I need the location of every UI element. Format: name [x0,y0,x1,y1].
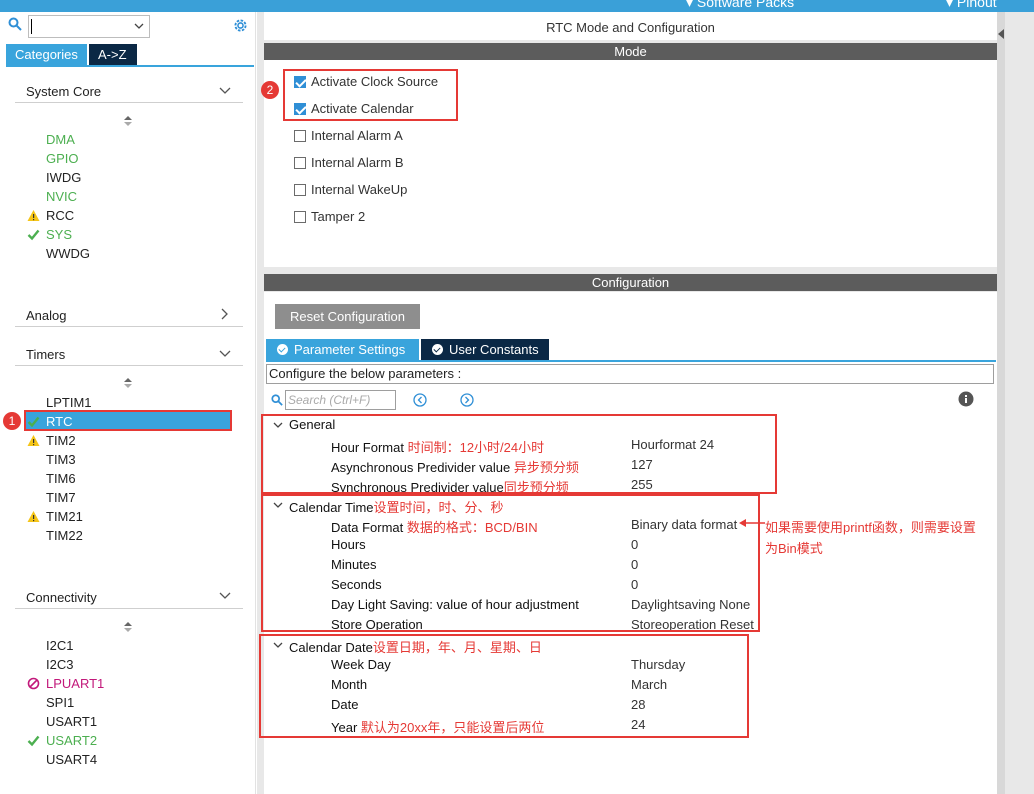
tab-user-constants-label: User Constants [449,342,539,357]
label-internal-wakeup: Internal WakeUp [311,182,408,197]
divider [15,365,243,366]
search-icon [271,394,283,406]
sort-arrows-icon[interactable] [123,377,133,389]
list-item-tim3[interactable]: TIM3 [46,452,76,467]
list-item-gpio[interactable]: GPIO [46,151,79,166]
top-bar: ▾ Software Packs ▾ Pinout [0,0,1034,12]
tab-user-constants[interactable]: User Constants [421,339,549,360]
list-item-tim22[interactable]: TIM22 [46,528,83,543]
warning-icon [27,435,40,446]
list-item-tim21[interactable]: TIM21 [46,509,83,524]
list-item-wwdg[interactable]: WWDG [46,246,90,261]
checkbox-internal-alarm-a[interactable] [294,130,306,142]
side-note-line1: 如果需要使用printf函数，则需要设置 [765,520,976,535]
chevron-down-icon[interactable] [219,590,231,602]
list-item-i2c1[interactable]: I2C1 [46,638,73,653]
divider [15,102,243,103]
text-caret [31,19,32,34]
warning-icon [27,511,40,522]
gear-icon[interactable] [232,17,249,34]
arrow-left-icon [739,519,765,527]
annotation-box-calendar-time [261,494,760,632]
tab-underline [266,360,996,362]
warning-icon [27,210,40,221]
list-item-sys[interactable]: SYS [46,227,72,242]
sort-arrows-icon[interactable] [123,621,133,633]
page-title: RTC Mode and Configuration [546,20,715,35]
list-item-nvic[interactable]: NVIC [46,189,77,204]
sort-arrows-icon[interactable] [123,115,133,127]
chevron-down-icon[interactable] [134,22,144,30]
divider [15,608,243,609]
checkbox-tamper-2[interactable] [294,211,306,223]
check-circle-icon [277,344,288,355]
label-internal-alarm-b: Internal Alarm B [311,155,404,170]
collapse-arrow-icon[interactable] [997,28,1005,40]
mode-header: Mode [264,43,997,60]
list-item-usart2[interactable]: USART2 [46,733,97,748]
search-icon [8,17,22,31]
chevron-down-icon[interactable] [219,85,231,97]
list-item-tim7[interactable]: TIM7 [46,490,76,505]
badge-one: 1 [3,412,21,430]
previous-icon[interactable] [413,393,427,407]
check-circle-icon [432,344,443,355]
side-note-line2: 为Bin模式 [765,541,823,556]
configuration-header: Configuration [264,274,997,291]
list-item-dma[interactable]: DMA [46,132,75,147]
label-tamper-2: Tamper 2 [311,209,366,224]
label-internal-alarm-a: Internal Alarm A [311,128,403,143]
badge-two: 2 [261,81,279,99]
list-item-i2c3[interactable]: I2C3 [46,657,73,672]
software-packs-menu[interactable]: ▾ Software Packs [686,0,794,11]
parameter-search-input[interactable]: Search (Ctrl+F) [285,390,396,410]
list-item-tim6[interactable]: TIM6 [46,471,76,486]
checkbox-internal-alarm-b[interactable] [294,157,306,169]
tab-categories[interactable]: Categories [6,44,87,65]
disabled-icon [27,677,40,690]
check-icon [27,735,40,747]
annotation-box-calendar-date [259,634,749,738]
tab-a-to-z[interactable]: A->Z [89,44,137,65]
list-item-iwdg[interactable]: IWDG [46,170,81,185]
search-input[interactable] [28,15,150,38]
tab-parameter-settings[interactable]: Parameter Settings [266,339,419,360]
list-item-spi1[interactable]: SPI1 [46,695,74,710]
section-analog[interactable]: Analog [26,308,66,323]
annotation-box-mode [283,69,458,121]
list-item-lpuart1[interactable]: LPUART1 [46,676,104,691]
divider [15,326,243,327]
check-icon [27,229,40,241]
pinout-label: Pinout [956,0,997,10]
annotation-box-general [261,414,777,494]
tab-underline [6,65,254,67]
tab-parameter-settings-label: Parameter Settings [294,342,406,357]
vertical-scrollbar[interactable] [997,12,1005,794]
list-item-usart4[interactable]: USART4 [46,752,97,767]
chevron-down-icon[interactable] [219,348,231,360]
list-item-usart1[interactable]: USART1 [46,714,97,729]
software-packs-label: Software Packs [696,0,795,10]
checkbox-internal-wakeup[interactable] [294,184,306,196]
section-timers[interactable]: Timers [26,347,65,362]
configure-label: Configure the below parameters : [266,364,994,384]
pinout-menu[interactable]: ▾ Pinout [946,0,997,11]
list-item-tim2[interactable]: TIM2 [46,433,76,448]
section-connectivity[interactable]: Connectivity [26,590,97,605]
next-icon[interactable] [460,393,474,407]
chevron-right-icon[interactable] [219,308,231,320]
annotation-box-rtc [24,410,232,431]
section-system-core[interactable]: System Core [26,84,101,99]
list-item-lptim1[interactable]: LPTIM1 [46,395,92,410]
list-item-rcc[interactable]: RCC [46,208,74,223]
reset-configuration-button[interactable]: Reset Configuration [275,304,420,329]
info-icon[interactable] [958,391,974,407]
